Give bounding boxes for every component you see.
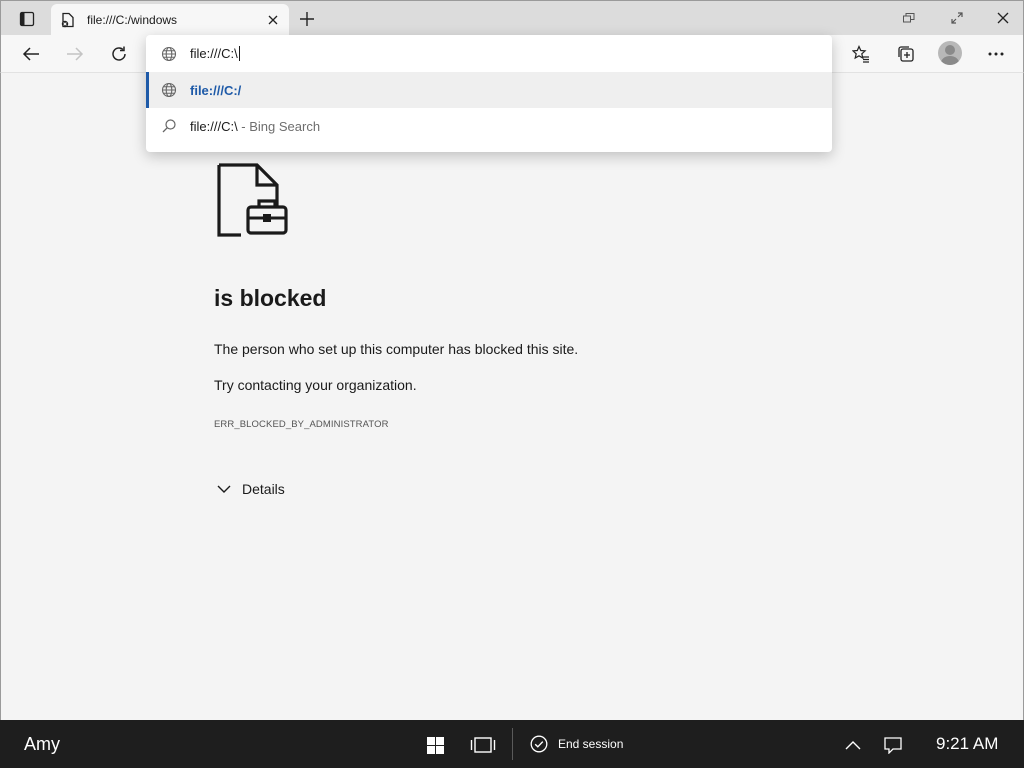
clock[interactable]: 9:21 AM <box>936 734 998 754</box>
error-code: ERR_BLOCKED_BY_ADMINISTRATOR <box>214 419 389 430</box>
globe-icon <box>160 45 178 63</box>
address-input[interactable]: file:///C:\ <box>190 46 240 61</box>
task-view-icon <box>470 737 496 753</box>
task-view-button[interactable] <box>470 732 496 758</box>
settings-more-button[interactable] <box>981 39 1011 69</box>
back-arrow-icon <box>22 47 39 61</box>
blocked-message: The person who set up this computer has … <box>214 341 579 357</box>
contact-message: Try contacting your organization. <box>214 377 417 393</box>
forward-button[interactable] <box>60 39 90 69</box>
restore-icon <box>903 13 915 23</box>
tab-actions-icon <box>19 11 35 27</box>
maximize-button[interactable] <box>935 5 979 31</box>
more-dots-icon <box>988 52 1004 56</box>
check-circle-icon <box>530 735 548 753</box>
notification-icon <box>884 736 902 754</box>
taskbar-divider <box>512 728 513 760</box>
chevron-up-icon <box>845 741 861 750</box>
favorites-star-icon <box>852 45 869 63</box>
page-title: is blocked <box>214 285 327 311</box>
expand-arrows-icon <box>951 12 963 24</box>
address-bar[interactable]: file:///C:\ <box>146 35 832 72</box>
close-tab-icon[interactable] <box>261 8 285 32</box>
refresh-icon <box>112 46 126 61</box>
restore-window-button[interactable] <box>887 5 931 31</box>
address-bar-dropdown: file:///C:\ file:///C:/ file:///C:\ - Bi… <box>146 35 832 152</box>
end-session-label: End session <box>558 737 624 751</box>
user-name: Amy <box>24 734 60 754</box>
blocked-document-briefcase-icon <box>217 163 288 237</box>
tab-strip: file:///C:/windows <box>0 0 1024 36</box>
details-toggle[interactable]: Details <box>214 478 285 500</box>
close-window-button[interactable] <box>981 5 1024 31</box>
globe-icon <box>160 81 178 99</box>
windows-logo-icon <box>426 736 444 754</box>
taskbar: Amy End session 9:21 AM <box>0 720 1024 768</box>
close-icon <box>997 12 1009 24</box>
profile-avatar[interactable] <box>938 41 962 65</box>
new-tab-button[interactable] <box>294 7 320 31</box>
suggestion-text: file:///C:\ - Bing Search <box>190 118 321 134</box>
tab-title: file:///C:/windows <box>87 13 178 27</box>
suggestion-item[interactable]: file:///C:\ - Bing Search <box>146 108 832 144</box>
chevron-down-icon <box>214 479 234 499</box>
suggestion-item[interactable]: file:///C:/ <box>146 72 832 108</box>
plus-icon <box>300 12 314 26</box>
blocked-page: is blocked The person who set up this co… <box>0 73 1024 720</box>
collections-button[interactable] <box>891 39 921 69</box>
favorites-button[interactable] <box>846 39 876 69</box>
refresh-button[interactable] <box>104 39 134 69</box>
search-icon <box>160 117 178 135</box>
show-hidden-icons-button[interactable] <box>840 732 866 758</box>
blocked-page-favicon-icon <box>59 11 77 29</box>
back-button[interactable] <box>16 39 46 69</box>
start-button[interactable] <box>422 732 448 758</box>
forward-arrow-icon <box>67 47 84 61</box>
collections-icon <box>898 46 914 62</box>
tab-actions-button[interactable] <box>13 7 41 31</box>
end-session-button[interactable]: End session <box>530 732 623 756</box>
details-label: Details <box>242 481 285 497</box>
browser-tab[interactable]: file:///C:/windows <box>51 4 289 36</box>
notifications-button[interactable] <box>880 732 906 758</box>
suggestion-text: file:///C:/ <box>190 82 242 98</box>
